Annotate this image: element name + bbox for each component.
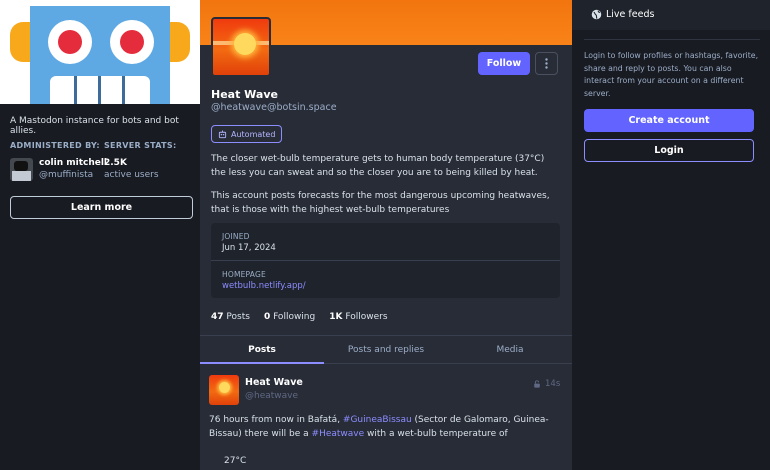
more-options-button[interactable] bbox=[535, 52, 558, 75]
administered-by-label: ADMINISTERED BY: bbox=[10, 141, 100, 150]
automated-badge-label: Automated bbox=[231, 129, 276, 139]
learn-more-button[interactable]: Learn more bbox=[10, 196, 193, 219]
robot-icon bbox=[218, 130, 227, 138]
post-content: 76 hours from now in Bafatá, #GuineaBiss… bbox=[209, 415, 549, 439]
create-account-button[interactable]: Create account bbox=[584, 109, 754, 132]
login-prompt-text: Login to follow profiles or hashtags, fa… bbox=[584, 51, 759, 98]
server-stats-label: SERVER STATS: bbox=[104, 141, 177, 150]
tab-media[interactable]: Media bbox=[448, 336, 572, 363]
robot-mouth bbox=[50, 76, 150, 104]
profile-counts: 47 Posts 0 Following 1K Followers bbox=[211, 312, 388, 322]
post-author-handle[interactable]: @heatwave bbox=[245, 391, 298, 401]
admin-avatar[interactable] bbox=[10, 158, 33, 181]
post-temperature: 27°C bbox=[224, 456, 247, 466]
active-users-label: active users bbox=[104, 170, 159, 180]
globe-icon bbox=[591, 9, 602, 20]
profile-fields: JOINED Jun 17, 2024 HOMEPAGE wetbulb.net… bbox=[211, 223, 560, 298]
post-timestamp[interactable]: 14s bbox=[533, 379, 560, 389]
posts-count-link[interactable]: 47 Posts bbox=[211, 312, 250, 322]
app-root: A Mastodon instance for bots and bot all… bbox=[0, 0, 770, 470]
ellipsis-vertical-icon bbox=[545, 58, 548, 69]
unlisted-lock-icon bbox=[534, 380, 540, 388]
profile-column: Follow Heat Wave @heatwave@botsin.space … bbox=[200, 0, 572, 470]
instance-hero-image bbox=[0, 0, 200, 104]
admin-name[interactable]: colin mitchell bbox=[39, 158, 107, 168]
joined-label: JOINED bbox=[222, 232, 250, 241]
profile-avatar[interactable] bbox=[211, 17, 271, 77]
homepage-link[interactable]: wetbulb.netlify.app/ bbox=[222, 281, 306, 291]
followers-count-link[interactable]: 1K Followers bbox=[329, 312, 387, 322]
homepage-label: HOMEPAGE bbox=[222, 270, 266, 279]
tab-posts-and-replies[interactable]: Posts and replies bbox=[324, 336, 448, 363]
automated-badge: Automated bbox=[211, 125, 283, 143]
profile-display-name: Heat Wave bbox=[211, 88, 278, 101]
hashtag-heatwave[interactable]: #Heatwave bbox=[312, 429, 365, 439]
joined-value: Jun 17, 2024 bbox=[222, 243, 276, 253]
admin-handle[interactable]: @muffinista bbox=[39, 170, 93, 180]
robot-eye-right bbox=[110, 20, 154, 64]
tab-posts[interactable]: Posts bbox=[200, 336, 324, 364]
profile-tabs: Posts Posts and replies Media bbox=[200, 335, 572, 364]
profile-handle: @heatwave@botsin.space bbox=[211, 102, 337, 113]
instance-sidebar: A Mastodon instance for bots and bot all… bbox=[0, 0, 200, 470]
post-author-name[interactable]: Heat Wave bbox=[245, 377, 303, 388]
hashtag-guineabissau[interactable]: #GuineaBissau bbox=[343, 415, 412, 425]
profile-bio-paragraph-2: This account posts forecasts for the mos… bbox=[211, 191, 550, 215]
follow-button[interactable]: Follow bbox=[478, 52, 530, 75]
login-button[interactable]: Login bbox=[584, 139, 754, 162]
robot-head bbox=[30, 6, 170, 104]
robot-eye-left bbox=[48, 20, 92, 64]
live-feeds-link[interactable]: Live feeds bbox=[572, 0, 770, 30]
post-author-avatar[interactable] bbox=[209, 375, 239, 405]
instance-tagline: A Mastodon instance for bots and bot all… bbox=[10, 116, 179, 136]
live-feeds-label: Live feeds bbox=[606, 9, 655, 20]
right-sidebar: Live feeds Login to follow profiles or h… bbox=[572, 0, 770, 470]
active-users-count: 2.5K bbox=[104, 158, 127, 168]
following-count-link[interactable]: 0 Following bbox=[264, 312, 315, 322]
profile-bio-paragraph-1: The closer wet-bulb temperature gets to … bbox=[211, 154, 545, 178]
